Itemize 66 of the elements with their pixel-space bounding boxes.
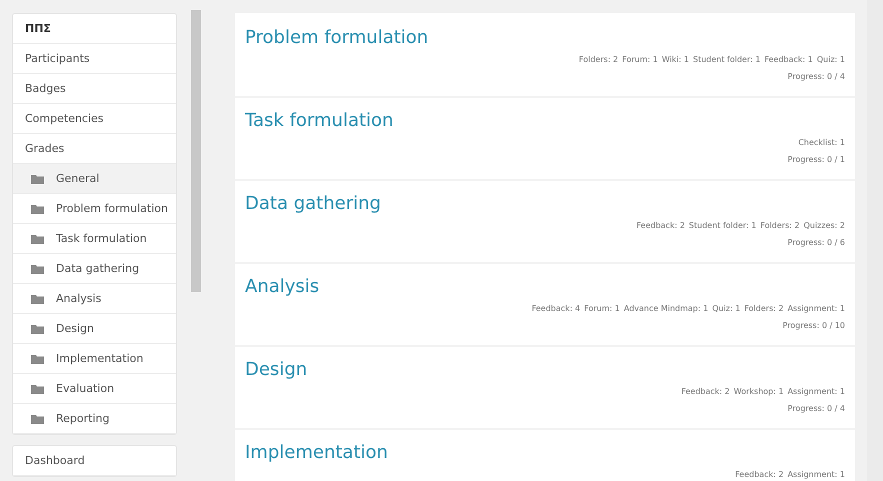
folder-icon — [31, 294, 44, 304]
activity-count[interactable]: Wiki: 1 — [662, 52, 689, 68]
sidebar-section-item[interactable]: Task formulation — [13, 224, 176, 254]
activity-count[interactable]: Folders: 2 — [744, 301, 784, 317]
activity-count[interactable]: Student folder: 1 — [692, 52, 760, 68]
progress-text: Progress: 0 / 6 — [786, 237, 845, 249]
section-label: Reporting — [56, 411, 110, 427]
progress-text: Progress: 0 / 1 — [786, 154, 845, 166]
activity-count[interactable]: Feedback: 4 — [532, 301, 580, 317]
scrollbar[interactable] — [191, 10, 201, 292]
sidebar-section-item[interactable]: Implementation — [13, 344, 176, 374]
activity-count[interactable]: Advance Mindmap: 1 — [624, 301, 708, 317]
sidebar-item[interactable]: Dashboard — [13, 446, 176, 476]
sidebar-item[interactable]: Badges — [13, 74, 176, 104]
activity-count[interactable]: Feedback: 2 — [735, 467, 784, 481]
section-label: Task formulation — [56, 231, 147, 247]
section-title[interactable]: Implementation — [245, 442, 845, 463]
folder-icon — [31, 324, 44, 334]
activity-count[interactable]: Forum: 1 — [584, 301, 620, 317]
folder-icon — [31, 234, 44, 244]
sidebar-item[interactable]: Participants — [13, 44, 176, 74]
folder-icon — [31, 354, 44, 364]
activity-count[interactable]: Forum: 1 — [622, 52, 658, 68]
sidebar-section-item[interactable]: Analysis — [13, 284, 176, 314]
section-label: Design — [56, 321, 94, 337]
activity-count[interactable]: Feedback: 2 — [681, 384, 730, 400]
sidebar-header[interactable]: ΠΠΣ — [13, 14, 176, 44]
section-title[interactable]: Analysis — [245, 276, 845, 297]
folder-icon — [31, 384, 44, 394]
sidebar-section-item[interactable]: Reporting — [13, 404, 176, 434]
activity-count[interactable]: Quizzes: 2 — [804, 218, 845, 234]
folder-icon — [31, 174, 44, 184]
section-label: Data gathering — [56, 261, 140, 277]
section-title[interactable]: Problem formulation — [245, 27, 845, 48]
activity-count[interactable]: Folders: 2 — [578, 52, 618, 68]
activity-count[interactable]: Student folder: 1 — [688, 218, 756, 234]
sidebar-item[interactable]: Competencies — [13, 104, 176, 134]
activity-count[interactable]: Assignment: 1 — [788, 467, 845, 481]
section-label: General — [56, 171, 100, 187]
activity-count[interactable]: Assignment: 1 — [788, 301, 845, 317]
activity-count[interactable]: Checklist: 1 — [798, 135, 845, 151]
activity-count[interactable]: Workshop: 1 — [734, 384, 784, 400]
activity-count[interactable]: Quiz: 1 — [712, 301, 740, 317]
sidebar-section-item[interactable]: Data gathering — [13, 254, 176, 284]
activity-count[interactable]: Quiz: 1 — [816, 52, 845, 68]
progress-text: Progress: 0 / 4 — [786, 71, 845, 83]
activity-count[interactable]: Folders: 2 — [760, 218, 800, 234]
folder-icon — [31, 264, 44, 274]
section-title[interactable]: Data gathering — [245, 193, 845, 214]
sidebar-section-item[interactable]: Evaluation — [13, 374, 176, 404]
activity-count[interactable]: Feedback: 1 — [764, 52, 813, 68]
sidebar-section-item[interactable]: General — [13, 164, 176, 194]
section-label: Evaluation — [56, 381, 114, 397]
section-title[interactable]: Task formulation — [245, 110, 845, 131]
sidebar-section-item[interactable]: Design — [13, 314, 176, 344]
section-label: Analysis — [56, 291, 102, 307]
section-label: Problem formulation — [56, 201, 168, 217]
folder-icon — [31, 204, 44, 214]
sidebar-section-item[interactable]: Problem formulation — [13, 194, 176, 224]
activity-count[interactable]: Feedback: 2 — [636, 218, 685, 234]
folder-icon — [31, 414, 44, 424]
progress-text: Progress: 0 / 10 — [782, 320, 845, 332]
section-label: Implementation — [56, 351, 144, 367]
activity-count[interactable]: Assignment: 1 — [788, 384, 845, 400]
progress-text: Progress: 0 / 4 — [786, 403, 845, 415]
section-title[interactable]: Design — [245, 359, 845, 380]
